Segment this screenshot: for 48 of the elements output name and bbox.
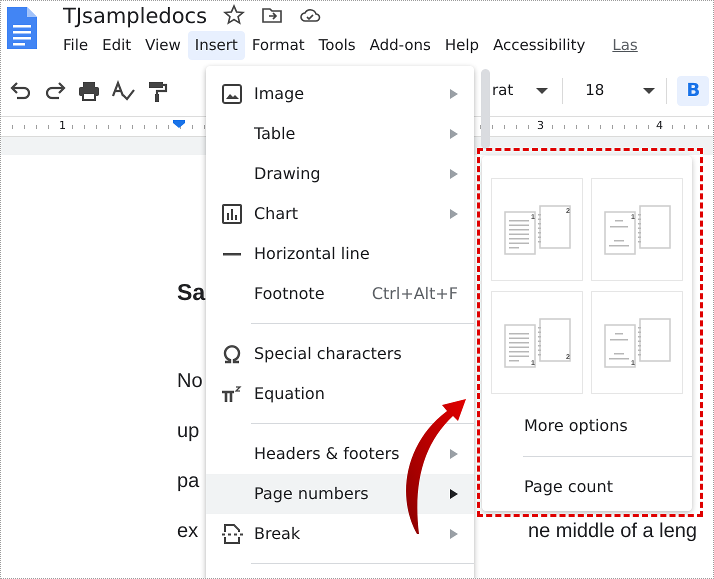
menu-item[interactable]: Tools xyxy=(312,31,363,60)
menu-item[interactable]: View xyxy=(138,31,188,60)
image-icon xyxy=(221,83,243,105)
scrollbar-thumb[interactable] xyxy=(481,69,490,149)
spellcheck-icon[interactable] xyxy=(111,80,135,102)
docs-logo-icon[interactable] xyxy=(5,5,39,51)
undo-icon[interactable] xyxy=(9,80,33,102)
page-break-icon xyxy=(221,523,243,545)
menu-item[interactable]: Table xyxy=(206,114,474,154)
font-dropdown[interactable]: rat xyxy=(492,79,514,102)
bold-button[interactable]: B xyxy=(677,76,710,106)
omega-icon xyxy=(221,343,243,365)
menu-item[interactable]: File xyxy=(56,31,96,60)
menu-item[interactable]: Special characters xyxy=(206,334,474,374)
menu-item[interactable]: More options xyxy=(491,406,692,446)
chart-icon xyxy=(221,203,243,225)
document-text: ne middle of a leng xyxy=(528,519,697,544)
menu-item[interactable]: Break xyxy=(206,514,474,554)
menu-item[interactable]: Add-ons xyxy=(362,31,438,60)
menu-item[interactable]: Chart xyxy=(206,194,474,234)
menu-item[interactable]: Page count xyxy=(491,467,692,507)
caret-icon xyxy=(642,86,656,94)
document-title[interactable]: TJsampledocs xyxy=(63,3,208,29)
menu-item[interactable]: Footnote Ctrl+Alt+F xyxy=(206,274,474,314)
menu-item[interactable]: Edit xyxy=(95,31,138,60)
document-text: pa xyxy=(177,469,200,494)
menu-item[interactable]: Page numbers xyxy=(206,474,474,514)
menu-item[interactable]: Equation xyxy=(206,374,474,414)
redo-icon[interactable] xyxy=(43,80,67,102)
caret-icon xyxy=(535,86,550,94)
menu-item[interactable]: Horizontal line xyxy=(206,234,474,274)
document-text: No xyxy=(177,369,203,394)
menu-item[interactable]: Headers & footers xyxy=(206,434,474,474)
document-heading: Sa xyxy=(177,278,206,307)
menu-item[interactable]: Insert xyxy=(188,31,245,60)
indent-marker-icon[interactable] xyxy=(172,119,186,129)
menu-item[interactable]: Image xyxy=(206,74,474,114)
menu-item[interactable]: Format xyxy=(244,31,312,60)
document-text: up xyxy=(177,419,200,444)
menu-item[interactable]: Drawing xyxy=(206,154,474,194)
font-size-dropdown[interactable]: 18 xyxy=(585,79,604,102)
document-text: ex xyxy=(177,519,198,544)
print-icon[interactable] xyxy=(77,80,101,102)
horizontal-line-icon xyxy=(223,252,241,256)
menu-item[interactable]: Accessibility xyxy=(486,31,592,60)
star-icon[interactable] xyxy=(223,4,246,26)
last-edit-link[interactable]: Las xyxy=(612,34,638,56)
menu-item[interactable]: Help xyxy=(438,31,486,60)
